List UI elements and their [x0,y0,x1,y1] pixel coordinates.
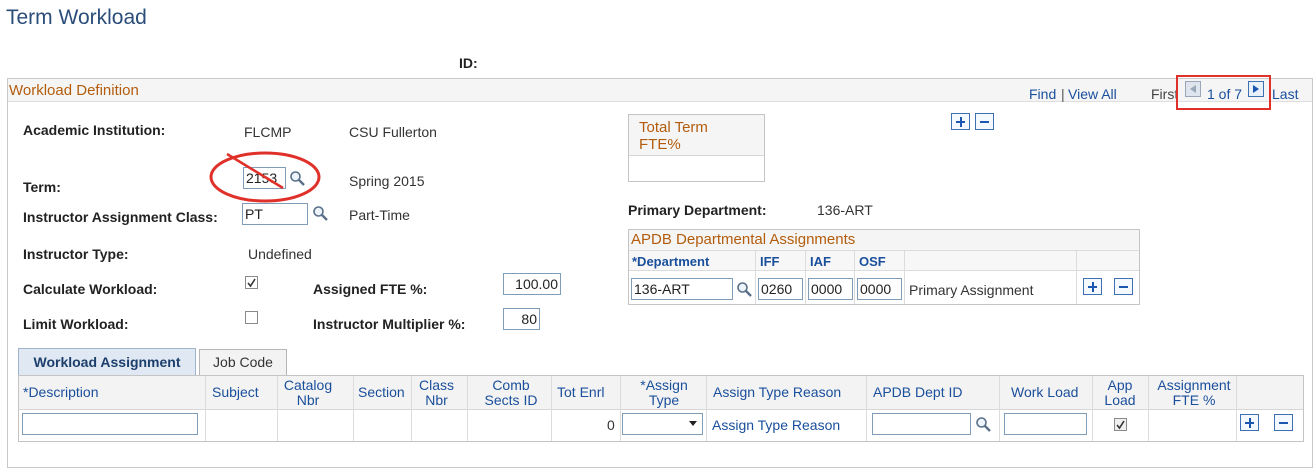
limit-workload-checkbox[interactable] [245,311,258,324]
work-load-input[interactable] [1004,413,1087,435]
id-label: ID: [459,55,478,71]
apdb-add-row-button[interactable] [1083,278,1102,295]
section-title: Workload Definition [9,82,139,99]
apdb-assignment-description: Primary Assignment [909,282,1034,298]
apdb-dept-id-lookup-icon[interactable] [975,416,991,432]
col-comb-sects-id: Comb Sects ID [484,377,538,408]
instructor-type-value: Undefined [248,246,312,262]
pager-counter: 1 of 7 [1207,86,1243,102]
col-assign-type: *Assign Type [640,377,688,408]
apdb-col-iff: IFF [760,254,780,269]
apdb-department-input[interactable] [631,278,733,300]
term-label: Term: [23,179,61,195]
link-separator: | [1061,86,1065,102]
apdb-col-iaf: IAF [810,254,831,269]
instructor-multiplier-label: Instructor Multiplier %: [313,316,466,332]
prev-arrow-icon[interactable] [1185,81,1201,97]
instructor-multiplier-input[interactable] [503,308,540,330]
apdb-iaf-input[interactable] [808,278,853,300]
col-tot-enrl: Tot Enrl [557,384,605,400]
total-term-fte-box: Total Term FTE% [628,114,765,182]
description-input[interactable] [22,413,198,435]
apdb-osf-input[interactable] [857,278,902,300]
instructor-type-label: Instructor Type: [23,246,129,262]
next-arrow-icon[interactable] [1248,81,1264,97]
instructor-assignment-class-description: Part-Time [349,207,410,223]
find-link[interactable]: Find [1029,86,1056,102]
instructor-assignment-class-input[interactable] [242,203,308,225]
col-description: *Description [23,384,99,400]
last-link[interactable]: Last [1272,86,1298,102]
primary-department-value: 136-ART [817,202,873,218]
first-link[interactable]: First [1151,86,1178,102]
academic-institution-label: Academic Institution: [23,122,166,138]
workload-delete-row-button[interactable] [1274,414,1293,431]
add-row-button[interactable] [951,113,970,130]
academic-institution-name: CSU Fullerton [349,124,437,140]
col-apdb-dept-id: APDB Dept ID [873,384,963,400]
tab-job-code[interactable]: Job Code [199,349,287,376]
calculate-workload-label: Calculate Workload: [23,281,158,297]
col-catalog-nbr: Catalog Nbr [283,377,333,408]
workload-add-row-button[interactable] [1240,414,1259,431]
assigned-fte-input[interactable] [503,273,561,295]
term-description: Spring 2015 [349,173,425,189]
apdb-delete-row-button[interactable] [1114,278,1133,295]
assign-type-reason-value: Assign Type Reason [712,417,841,433]
col-app-load: App Load [1104,377,1136,408]
delete-row-button[interactable] [975,113,994,130]
chevron-down-icon [689,421,697,426]
col-class-nbr: Class Nbr [418,377,454,408]
assign-type-select[interactable] [622,413,703,435]
assignment-class-lookup-icon[interactable] [312,205,328,221]
col-assign-type-reason: Assign Type Reason [713,384,842,400]
col-subject: Subject [212,384,259,400]
apdb-title: APDB Departmental Assignments [631,231,856,248]
page-title: Term Workload [6,6,147,29]
apdb-col-osf: OSF [859,254,886,269]
tot-enrl-value: 0 [607,417,615,433]
instructor-assignment-class-label: Instructor Assignment Class: [23,209,218,225]
academic-institution-code: FLCMP [244,124,292,140]
apdb-col-department: *Department [632,254,710,269]
col-work-load: Work Load [1011,384,1079,400]
term-strikeout-annotation [209,151,321,203]
col-assignment-fte: Assignment FTE % [1157,377,1231,408]
assigned-fte-label: Assigned FTE %: [313,281,428,297]
apdb-department-lookup-icon[interactable] [736,281,752,297]
col-section: Section [358,384,405,400]
view-all-link[interactable]: View All [1068,86,1117,102]
limit-workload-label: Limit Workload: [23,316,129,332]
primary-department-label: Primary Department: [628,202,767,218]
apdb-iff-input[interactable] [758,278,803,300]
app-load-checkbox [1114,418,1127,431]
tab-workload-assignment[interactable]: Workload Assignment [18,348,196,376]
total-term-fte-title: Total Term FTE% [639,119,708,153]
calculate-workload-checkbox[interactable] [245,276,258,289]
apdb-dept-id-input[interactable] [872,413,971,435]
